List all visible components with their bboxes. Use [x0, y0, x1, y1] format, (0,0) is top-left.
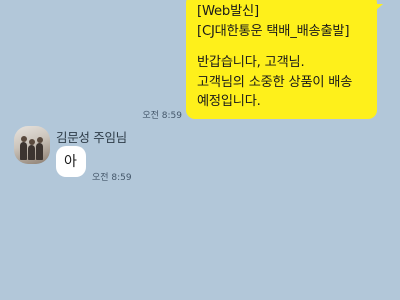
chat-area[interactable]: [Web발신] [CJ대한통운 택배_배송출발] 반갑습니다, 고객님. 고객님… — [0, 0, 400, 300]
incoming-message-text: 아 — [64, 154, 77, 170]
message-line: 예정입니다. — [197, 94, 261, 109]
message-spacer — [197, 41, 367, 53]
message-line: [CJ대한통운 택배_배송출발] — [197, 23, 350, 39]
avatar-figure — [28, 145, 35, 160]
message-line: 고객님의 소중한 상품이 배송 — [197, 74, 353, 90]
incoming-timestamp: 오전 8:59 — [92, 173, 132, 183]
message-line: [Web발신] — [197, 4, 259, 19]
avatar-figure — [20, 142, 27, 160]
avatar-figure — [36, 143, 43, 160]
outgoing-timestamp: 오전 8:59 — [142, 111, 182, 121]
sender-name: 김문성 주임님 — [56, 130, 127, 145]
outgoing-message-bubble[interactable]: [Web발신] [CJ대한통운 택배_배송출발] 반갑습니다, 고객님. 고객님… — [186, 0, 377, 119]
message-line: 반갑습니다, 고객님. — [197, 55, 305, 70]
sender-avatar[interactable] — [14, 126, 50, 164]
incoming-message-bubble[interactable]: 아 — [56, 146, 86, 177]
